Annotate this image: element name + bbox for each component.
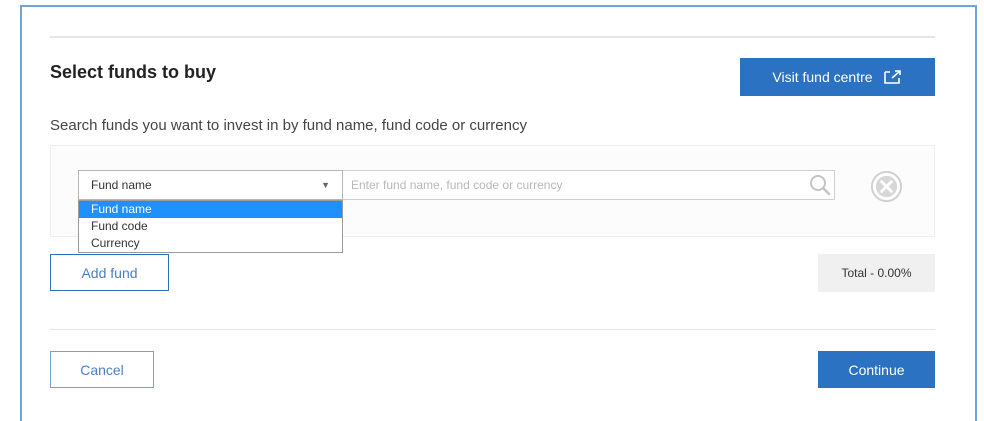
cancel-button[interactable]: Cancel [50, 351, 154, 388]
chevron-down-icon: ▼ [321, 180, 330, 190]
remove-fund-icon[interactable] [870, 170, 903, 203]
search-instructions: Search funds you want to invest in by fu… [50, 117, 527, 134]
option-fund-name[interactable]: Fund name [79, 201, 342, 218]
external-link-icon [883, 70, 901, 84]
search-type-select[interactable]: Fund name ▼ [78, 170, 343, 200]
fund-search-input[interactable] [343, 170, 835, 200]
continue-button[interactable]: Continue [818, 351, 935, 388]
total-allocation-label: Total - 0.00% [841, 266, 912, 280]
cancel-label: Cancel [80, 361, 124, 378]
search-type-dropdown: Fund name Fund code Currency [78, 200, 343, 253]
visit-fund-centre-button[interactable]: Visit fund centre [740, 58, 935, 96]
add-fund-button[interactable]: Add fund [50, 254, 169, 291]
search-icon[interactable] [809, 174, 831, 196]
continue-label: Continue [848, 361, 905, 378]
total-allocation-badge: Total - 0.00% [818, 254, 935, 292]
bottom-divider [50, 329, 935, 330]
visit-fund-centre-label: Visit fund centre [772, 69, 873, 85]
search-type-value: Fund name [91, 178, 152, 192]
add-fund-label: Add fund [81, 264, 138, 281]
option-currency[interactable]: Currency [79, 235, 342, 252]
page-title: Select funds to buy [50, 62, 217, 82]
top-divider [50, 36, 935, 38]
option-fund-code[interactable]: Fund code [79, 218, 342, 235]
